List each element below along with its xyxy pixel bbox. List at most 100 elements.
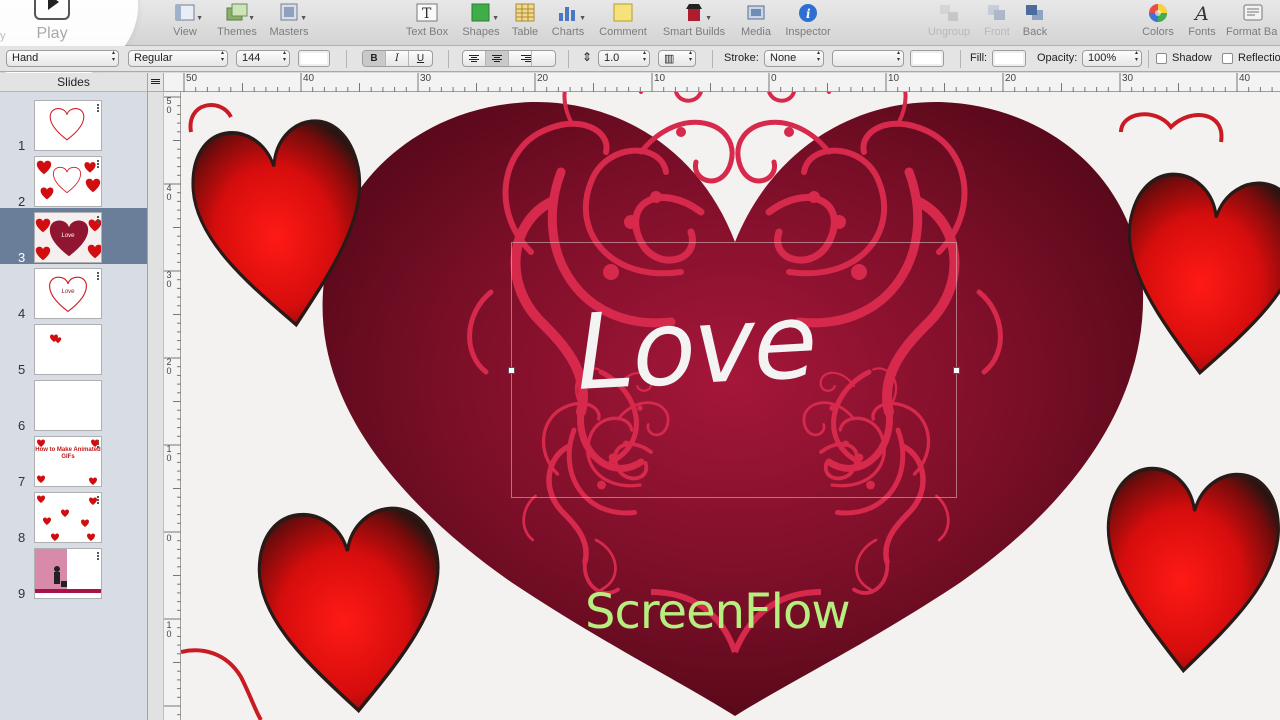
slide-thumbnail [34,380,102,431]
justify-button[interactable] [532,51,555,66]
media-button[interactable]: Media [738,0,774,46]
format-bar-button[interactable]: Format Ba [1226,0,1280,46]
bold-button[interactable]: B [363,51,386,66]
view-button[interactable]: ▼ View [166,0,204,46]
columns-popup[interactable]: ▥ [658,50,696,67]
svg-text:A: A [1193,3,1209,23]
stroke-width-popup[interactable] [832,50,904,67]
separator [960,50,961,68]
columns-icon: ▥ [664,53,675,65]
front-icon [986,3,1008,23]
slide-thumbnail-item[interactable]: 2 [0,152,147,209]
slide-number: 7 [18,474,26,489]
ruler-label: 0 [771,73,777,84]
align-right-icon [509,51,531,66]
ruler-label: 10 [654,73,666,84]
slide-thumbnail: Love [34,268,102,319]
ruler-label: 0 [166,533,172,543]
slide-thumbnail: How to Make Animated GIFs [34,436,102,487]
masters-button[interactable]: ▼ Masters [266,0,312,46]
reflection-label: Reflectio [1238,52,1280,64]
line-spacing-popup[interactable]: 1.0 [598,50,650,67]
smart-builds-button[interactable]: ▼ Smart Builds [658,0,730,46]
play-icon [34,0,70,20]
screenflow-watermark: ScreenFlow [585,584,851,640]
slide-thumbnail-item[interactable]: 8 [0,488,147,545]
love-text[interactable]: Love [573,279,818,413]
heart-outline-decoration [188,103,233,133]
svg-text:T: T [422,6,432,22]
slide-thumbnail-item[interactable]: 5 [0,320,147,377]
ruler-label: 1 0 [166,620,172,639]
separator [346,50,347,68]
horizontal-ruler: 50 40 30 20 10 0 10 20 30 40 [164,73,1280,92]
ungroup-button[interactable]: Ungroup [924,0,974,46]
comment-button[interactable]: Comment [596,0,650,46]
slide-thumbnail [34,548,102,599]
inspector-button[interactable]: i Inspector [780,0,836,46]
charts-button[interactable]: ▼ Charts [548,0,588,46]
slide-canvas[interactable]: Love ScreenFlow [181,92,1280,720]
align-left-button[interactable] [463,51,486,66]
slide-thumbnail-text: How to Make Animated GIFs [35,447,101,460]
underline-button[interactable]: U [409,51,432,66]
font-style-popup[interactable]: Regular [128,50,228,67]
ruler-label: 50 [186,73,198,84]
themes-button[interactable]: ▼ Themes [214,0,260,46]
back-button[interactable]: Back [1018,0,1052,46]
opacity-label: Opacity: [1037,52,1078,64]
ruler-label: 30 [1122,73,1134,84]
separator [1148,50,1149,68]
font-size-popup[interactable]: 144 [236,50,290,67]
shadow-label: Shadow [1172,52,1212,64]
resize-handle-left[interactable] [508,367,515,374]
slide-number: 9 [18,586,26,601]
slide-number: 2 [18,194,26,209]
slide-thumbnail-item[interactable]: 3 Love [0,208,147,265]
text-color-well[interactable] [298,50,330,67]
stroke-popup[interactable]: None [764,50,824,67]
text-box-button[interactable]: T Text Box [402,0,452,46]
slide-thumbnail [34,156,102,207]
small-heart-image[interactable] [1113,168,1280,384]
slide-thumbnail-item[interactable]: 4 Love [0,264,147,321]
align-right-button[interactable] [509,51,532,66]
slide-number: 8 [18,530,26,545]
shadow-checkbox[interactable] [1156,53,1167,64]
italic-button[interactable]: I [386,51,409,66]
slide-thumbnail [34,492,102,543]
fill-color-well[interactable] [992,50,1026,67]
charts-icon: ▼ [557,3,586,23]
slide-thumbnail-item[interactable]: 6 [0,376,147,433]
table-button[interactable]: Table [508,0,542,46]
masters-icon: ▼ [278,3,307,23]
play-button[interactable]: Play [30,0,74,50]
colors-button[interactable]: Colors [1138,0,1178,46]
keynote-window: y Play ▼ View ▼ Themes ▼ Masters T Text … [0,0,1280,720]
opacity-popup[interactable]: 100% [1082,50,1142,67]
stroke-color-well[interactable] [910,50,944,67]
align-center-button[interactable] [486,51,509,66]
ungroup-icon [938,3,960,23]
front-button[interactable]: Front [980,0,1014,46]
small-heart-image[interactable] [253,503,450,719]
slide-thumbnail-item[interactable]: 7 How to Make Animated GIFs [0,432,147,489]
ruler-label: 20 [537,73,549,84]
font-family-popup[interactable]: Hand [6,50,119,67]
slide-thumbnail-item[interactable]: 9 [0,544,147,601]
slide-number: 3 [18,250,26,265]
shapes-button[interactable]: ▼ Shapes [460,0,502,46]
ruler-corner[interactable] [148,73,164,92]
reflection-checkbox[interactable] [1222,53,1233,64]
slide-navigator: Slides 1 2 3 Love 4 Love 5 6 7 How to Make Animat… [0,73,148,720]
separator [712,50,713,68]
slide-thumbnail [34,324,102,375]
table-icon [514,3,536,23]
fonts-button[interactable]: A Fonts [1184,0,1220,46]
resize-handle-right[interactable] [953,367,960,374]
text-box-icon: T [416,3,438,23]
comment-icon [612,3,634,23]
small-heart-image[interactable] [1096,463,1280,679]
ruler-label: 30 [420,73,432,84]
slide-thumbnail-item[interactable]: 1 [0,96,147,153]
